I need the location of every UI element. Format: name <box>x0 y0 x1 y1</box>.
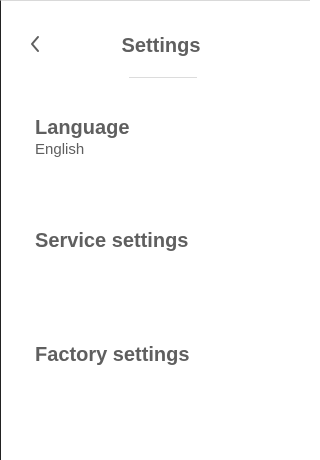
title-divider <box>129 77 197 78</box>
language-setting[interactable]: Language English <box>35 116 295 159</box>
factory-settings-item[interactable]: Factory settings <box>35 343 295 367</box>
service-settings-label: Service settings <box>35 230 189 252</box>
service-settings-item[interactable]: Service settings <box>35 229 295 253</box>
settings-screen: Settings Language English Service settin… <box>0 0 310 460</box>
page-title: Settings <box>121 35 201 57</box>
factory-settings-label: Factory settings <box>35 344 190 366</box>
language-label: Language <box>35 117 130 139</box>
language-value: English <box>35 141 85 158</box>
header: Settings <box>1 1 310 81</box>
